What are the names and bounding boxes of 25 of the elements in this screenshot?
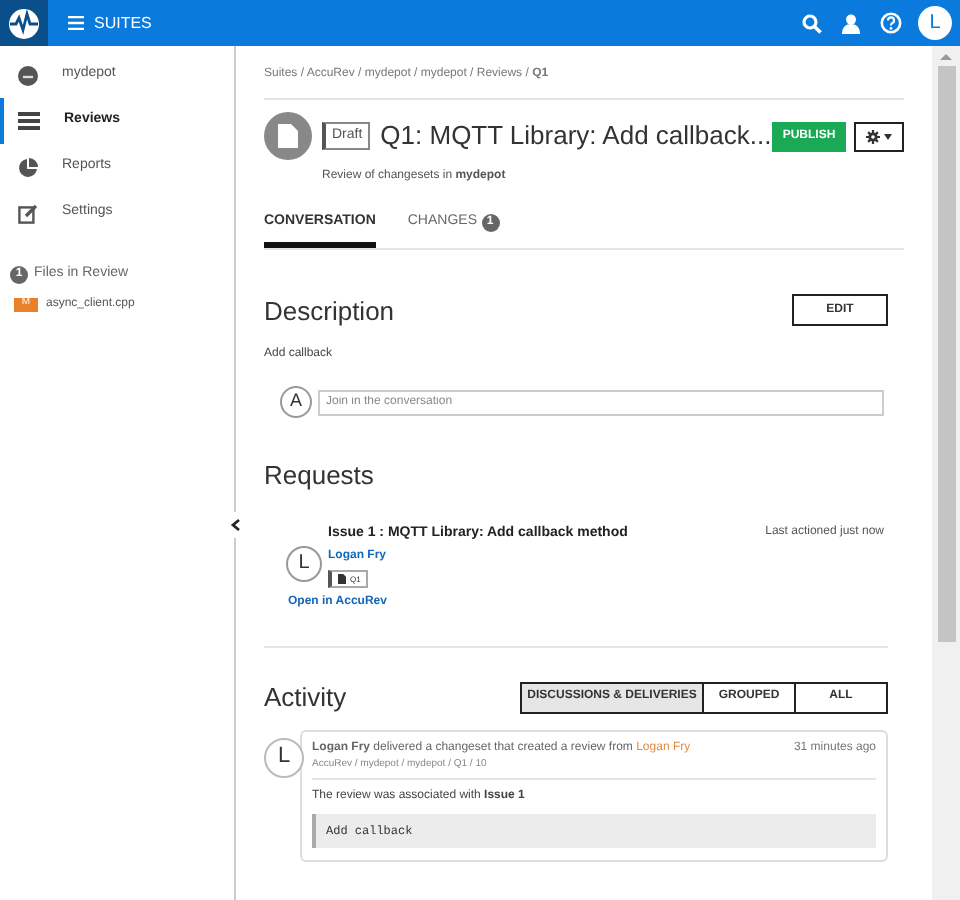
section-heading: Description [264, 293, 395, 330]
settings-dropdown[interactable] [854, 121, 904, 151]
help-icon[interactable] [880, 12, 902, 34]
section-heading: Requests [264, 458, 376, 494]
menu-button[interactable]: SUITES [68, 11, 152, 35]
section-heading: Activity [264, 680, 347, 716]
user-avatar: L [264, 737, 304, 777]
menu-icon [68, 16, 84, 30]
user-icon[interactable] [842, 13, 860, 33]
user-avatar[interactable]: L [918, 6, 952, 40]
review-title: Q1: MQTT Library: Add callback... [380, 118, 772, 155]
user-avatar: L [286, 545, 322, 581]
sidebar-depot-icon [18, 65, 38, 85]
app-logo-icon[interactable] [0, 0, 48, 46]
document-avatar-icon [264, 112, 312, 160]
user-avatar: A [280, 386, 312, 418]
scroll-up-icon[interactable] [940, 52, 952, 62]
sidebar-settings-icon [18, 203, 38, 223]
scrollbar[interactable] [932, 46, 960, 900]
search-icon[interactable] [802, 13, 822, 33]
sidebar-reports-icon [18, 157, 38, 177]
sidebar-reviews-icon [18, 112, 40, 130]
document-icon [338, 574, 346, 584]
caret-icon [884, 133, 893, 139]
gear-icon [866, 129, 881, 143]
